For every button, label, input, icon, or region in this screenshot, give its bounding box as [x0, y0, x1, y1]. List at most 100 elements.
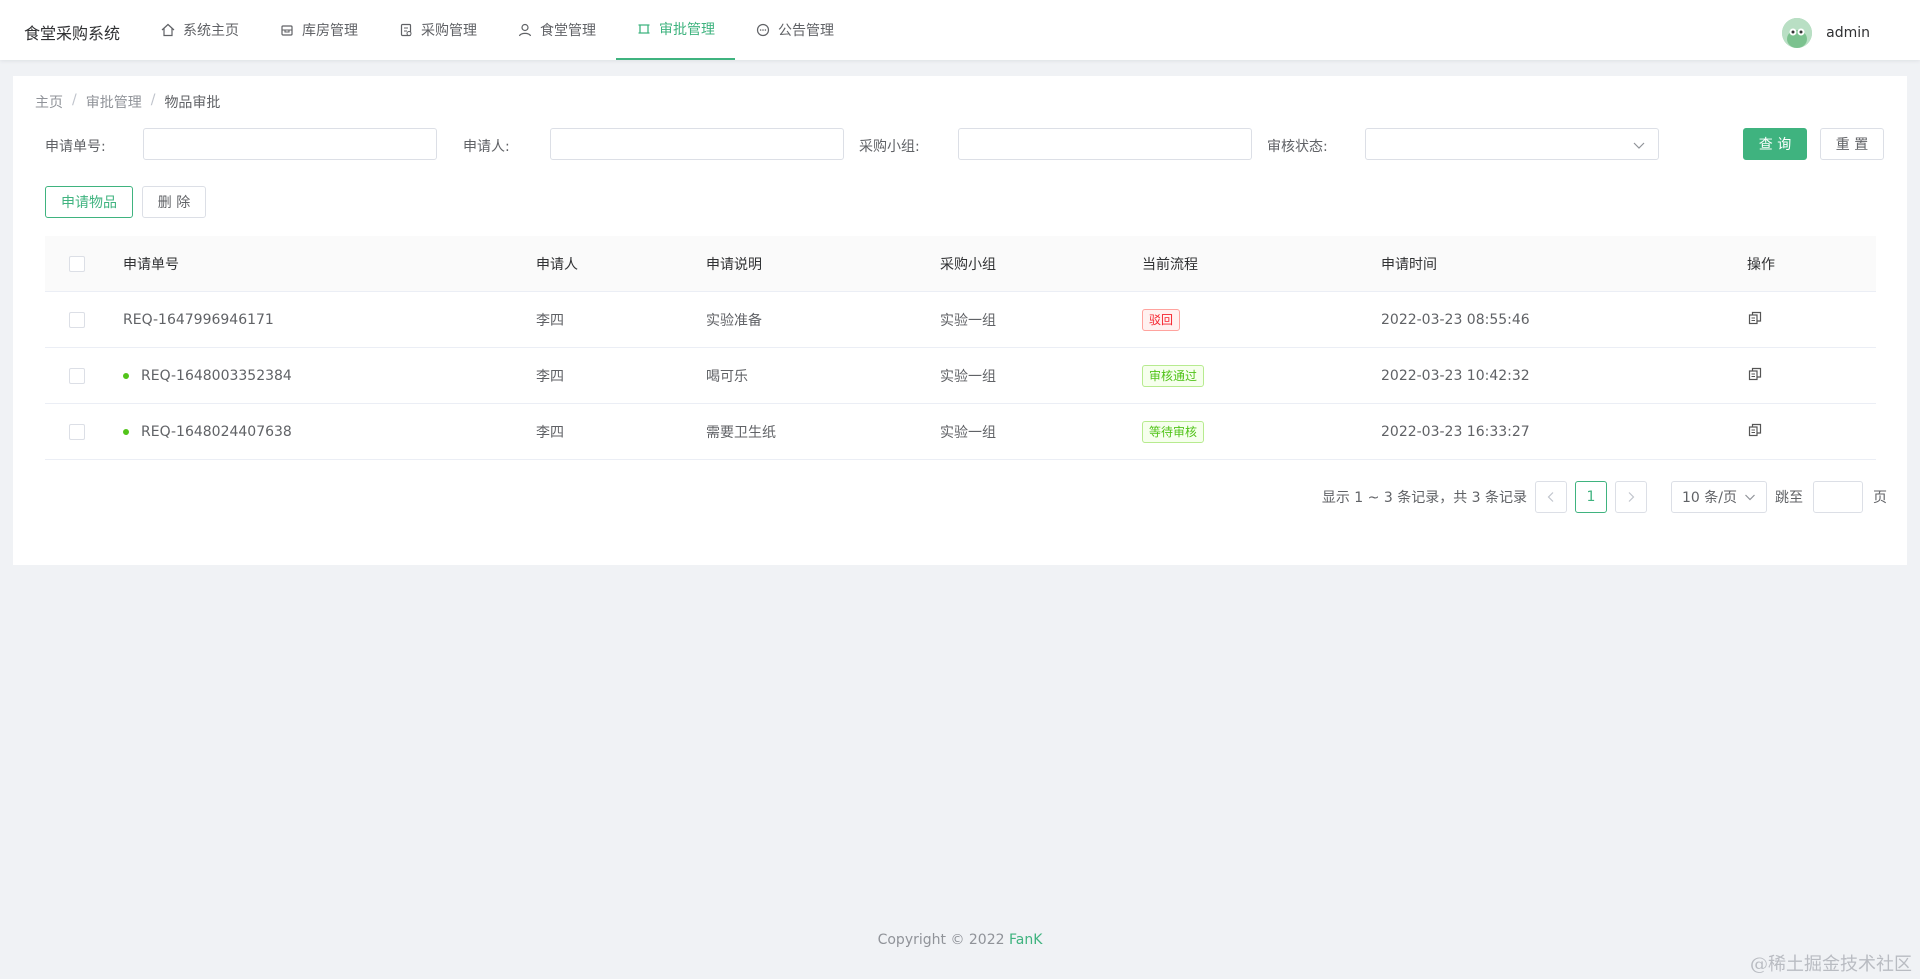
select-all-checkbox[interactable]: [69, 256, 85, 272]
page-size-value: 10 条/页: [1682, 490, 1737, 506]
next-page-button[interactable]: [1615, 481, 1647, 513]
status-badge: 等待审核: [1142, 421, 1205, 443]
row-select-cell: [69, 348, 85, 404]
req-no-text: REQ-1648024407638: [141, 424, 292, 440]
chevron-left-icon: [1547, 492, 1554, 502]
expand-dot[interactable]: [123, 373, 129, 379]
status-label: 审核状态:: [1267, 139, 1328, 155]
nav-item-purchase[interactable]: 采购管理: [378, 0, 497, 60]
row-select-cell: [69, 292, 85, 348]
breadcrumb-separator: /: [72, 92, 77, 108]
breadcrumb-separator: /: [150, 92, 156, 108]
table-row[interactable]: REQ-1648003352384 李四 喝可乐 实验一组 审核通过 2022-…: [45, 348, 1876, 404]
copy-icon[interactable]: [1748, 367, 1762, 385]
table-row[interactable]: REQ-1647996946171 李四 实验准备 实验一组 驳回 2022-0…: [45, 292, 1876, 348]
approve-icon: [636, 21, 652, 37]
nav-label: 系统主页: [183, 23, 239, 39]
expand-dot[interactable]: [123, 429, 129, 435]
applicant-cell: 李四: [536, 425, 564, 441]
row-checkbox[interactable]: [69, 312, 85, 328]
nav-item-home[interactable]: 系统主页: [140, 0, 259, 60]
nav-item-warehouse[interactable]: 库房管理: [259, 0, 378, 60]
group-cell: 实验一组: [940, 369, 996, 385]
breadcrumb-approval[interactable]: 审批管理: [86, 92, 142, 112]
group-cell: 实验一组: [940, 425, 996, 441]
status-select[interactable]: [1365, 128, 1659, 160]
nav-label: 库房管理: [302, 23, 358, 39]
author-link[interactable]: FanK: [1009, 932, 1042, 948]
jump-suffix: 页: [1873, 490, 1887, 506]
copyright-text: Copyright © 2022: [877, 932, 1009, 948]
nav-item-canteen[interactable]: 食堂管理: [497, 0, 616, 60]
box-icon: [279, 22, 295, 38]
chevron-down-icon: [1744, 491, 1756, 507]
breadcrumb: 主页 / 审批管理 / 物品审批: [35, 92, 220, 112]
username: admin: [1826, 25, 1870, 41]
pagination-summary: 显示 1 ~ 3 条记录，共 3 条记录: [1321, 490, 1527, 506]
desc-cell: 实验准备: [706, 313, 762, 329]
page-size-select[interactable]: 10 条/页: [1671, 481, 1767, 513]
reset-button[interactable]: 重 置: [1820, 128, 1884, 160]
status-badge: 驳回: [1142, 309, 1181, 331]
apply-item-button[interactable]: 申请物品: [45, 186, 133, 218]
col-status: 当前流程: [1142, 257, 1198, 273]
group-label: 采购小组:: [859, 139, 920, 155]
nav-item-approval[interactable]: 审批管理: [616, 0, 735, 60]
page-number-button[interactable]: 1: [1575, 481, 1607, 513]
req-no-cell: REQ-1648024407638: [123, 404, 292, 460]
footer: Copyright © 2022 FanK: [0, 932, 1920, 948]
prev-page-button[interactable]: [1535, 481, 1567, 513]
col-req-no: 申请单号: [123, 257, 179, 273]
row-checkbox[interactable]: [69, 424, 85, 440]
select-all-cell: [69, 236, 85, 292]
user-menu[interactable]: admin: [1782, 18, 1870, 48]
chevron-right-icon: [1628, 492, 1635, 502]
home-icon: [160, 22, 176, 38]
applicant-input[interactable]: [550, 128, 844, 160]
query-button[interactable]: 查 询: [1743, 128, 1807, 160]
nav-item-notice[interactable]: 公告管理: [735, 0, 854, 60]
action-cell: [1748, 348, 1762, 404]
time-cell: 2022-03-23 08:55:46: [1381, 312, 1530, 328]
status-cell: 驳回: [1142, 292, 1181, 348]
req-no-input[interactable]: [143, 128, 437, 160]
table-row[interactable]: REQ-1648024407638 李四 需要卫生纸 实验一组 等待审核 202…: [45, 404, 1876, 460]
copy-icon[interactable]: [1748, 311, 1762, 329]
filter-bar: 申请单号: 申请人: 采购小组: 审核状态: 查 询 重 置: [13, 128, 1907, 162]
nav-label: 采购管理: [421, 23, 477, 39]
document-icon: [398, 22, 414, 38]
status-cell: 等待审核: [1142, 404, 1205, 460]
col-group: 采购小组: [940, 257, 996, 273]
top-header: 食堂采购系统 系统主页 库房管理 采购管理 食堂管理 审批管理 公告管理 adm…: [0, 0, 1920, 60]
action-cell: [1748, 292, 1762, 348]
chat-icon: [755, 22, 771, 38]
avatar: [1782, 18, 1813, 48]
time-cell: 2022-03-23 10:42:32: [1381, 368, 1530, 384]
applicant-label: 申请人:: [463, 139, 510, 155]
group-cell: 实验一组: [940, 313, 996, 329]
nav-label: 食堂管理: [540, 23, 596, 39]
applicant-cell: 李四: [536, 369, 564, 385]
action-cell: [1748, 404, 1762, 460]
jump-prefix: 跳至: [1775, 490, 1803, 506]
status-badge: 审核通过: [1142, 365, 1205, 387]
watermark: @稀土掘金技术社区: [1750, 954, 1912, 975]
group-input[interactable]: [958, 128, 1252, 160]
req-no-cell: REQ-1648003352384: [123, 348, 292, 404]
content-card: 主页 / 审批管理 / 物品审批 申请单号: 申请人: 采购小组: 审核状态: …: [13, 76, 1907, 565]
breadcrumb-home[interactable]: 主页: [35, 92, 63, 112]
status-cell: 审核通过: [1142, 348, 1205, 404]
col-desc: 申请说明: [706, 257, 762, 273]
app-brand: 食堂采购系统: [24, 24, 121, 43]
req-no-cell: REQ-1647996946171: [123, 312, 274, 328]
col-time: 申请时间: [1381, 257, 1437, 273]
applicant-cell: 李四: [536, 313, 564, 329]
copy-icon[interactable]: [1748, 423, 1762, 441]
time-cell: 2022-03-23 16:33:27: [1381, 424, 1530, 440]
col-actions: 操作: [1747, 257, 1775, 273]
row-select-cell: [69, 404, 85, 460]
delete-button[interactable]: 删 除: [142, 186, 206, 218]
jump-page-input[interactable]: [1813, 481, 1863, 513]
req-no-label: 申请单号:: [45, 139, 106, 155]
row-checkbox[interactable]: [69, 368, 85, 384]
